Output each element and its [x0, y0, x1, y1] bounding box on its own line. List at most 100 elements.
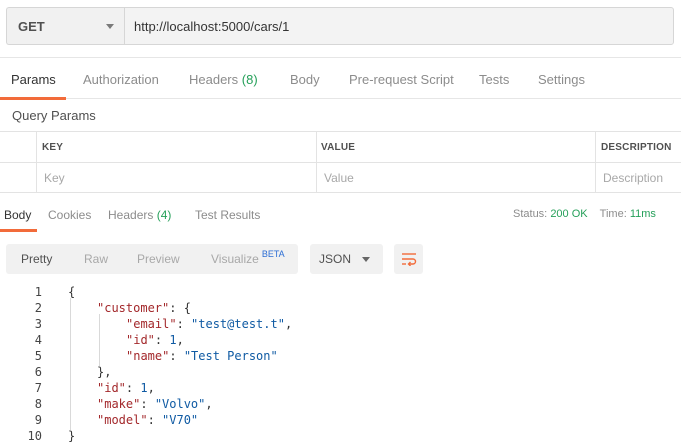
code-line: 6}, [0, 364, 681, 380]
json-punctuation: : [147, 413, 163, 427]
code-text: }, [97, 364, 111, 380]
json-key: "customer" [97, 301, 170, 315]
table-header-row: KEY VALUE DESCRIPTION [0, 132, 681, 163]
json-punctuation: : [140, 397, 155, 411]
view-visualize-button[interactable]: Visualize BETA [211, 244, 285, 274]
line-number: 6 [34, 365, 42, 379]
column-header-key: KEY [42, 141, 64, 153]
response-tab-test-results[interactable]: Test Results [195, 208, 260, 222]
description-input[interactable]: Description [598, 163, 681, 193]
time-label: Time: [599, 208, 627, 220]
active-tab-indicator [0, 97, 66, 100]
method-select[interactable]: GET [6, 7, 124, 45]
tab-headers[interactable]: Headers (8) [189, 72, 258, 87]
code-text: "name": "Test Person" [126, 348, 278, 364]
column-header-value: VALUE [321, 141, 356, 153]
line-number: 5 [34, 349, 42, 363]
wrap-lines-button[interactable] [394, 244, 423, 274]
active-response-tab-indicator [0, 229, 37, 232]
json-punctuation: } [68, 429, 76, 443]
json-punctuation: : { [169, 301, 191, 315]
json-key: "email" [126, 317, 177, 331]
line-number: 2 [34, 301, 42, 315]
status-badge[interactable]: 200 OK [550, 208, 587, 220]
chevron-down-icon [106, 24, 114, 29]
code-text: "email": "test@test.t", [126, 316, 292, 332]
column-divider [316, 131, 317, 193]
code-line: 1{ [0, 284, 681, 300]
json-key: "model" [97, 413, 148, 427]
json-punctuation: }, [97, 365, 112, 379]
json-punctuation: , [205, 397, 213, 411]
chevron-down-icon [362, 257, 370, 262]
code-line: 5 "name": "Test Person" [0, 348, 681, 364]
time-value[interactable]: 11ms [630, 208, 656, 220]
url-value: http://localhost:5000/cars/1 [134, 18, 290, 34]
json-key: "name" [126, 349, 170, 363]
tab-authorization[interactable]: Authorization [83, 72, 159, 87]
url-input[interactable]: http://localhost:5000/cars/1 [124, 7, 674, 45]
view-raw-button[interactable]: Raw [84, 244, 108, 274]
response-headers-count: (4) [156, 208, 172, 222]
tab-settings[interactable]: Settings [538, 72, 585, 87]
tab-params[interactable]: Params [11, 72, 56, 87]
json-punctuation: : [154, 333, 170, 347]
request-bar: GET http://localhost:5000/cars/1 [6, 7, 674, 45]
code-text: "make": "Volvo", [97, 396, 213, 412]
response-tab-cookies[interactable]: Cookies [48, 208, 91, 222]
indent-guide [70, 298, 71, 430]
code-text: } [68, 428, 75, 444]
json-punctuation: : [176, 317, 192, 331]
line-number: 10 [27, 429, 42, 443]
json-value: "Volvo" [154, 397, 206, 411]
tab-pre-request-script[interactable]: Pre-request Script [349, 72, 454, 87]
view-preview-button[interactable]: Preview [137, 244, 180, 274]
json-value: "test@test.t" [191, 317, 285, 331]
column-divider [36, 131, 37, 193]
line-number: 8 [34, 397, 42, 411]
tab-body[interactable]: Body [290, 72, 320, 87]
json-punctuation: , [284, 317, 293, 331]
request-tabs: Params Authorization Headers (8) Body Pr… [0, 57, 681, 100]
wrap-lines-icon [401, 253, 416, 266]
key-input[interactable]: Key [39, 163, 315, 193]
response-type-select[interactable]: JSON [310, 244, 383, 274]
response-meta: Status: 200 OK Time: 11ms [513, 208, 656, 220]
code-line: 10} [0, 428, 681, 444]
status-label: Status: [513, 208, 548, 220]
method-label: GET [18, 18, 45, 34]
response-tab-body[interactable]: Body [4, 208, 31, 222]
json-key: "make" [97, 397, 141, 411]
indent-guide [99, 314, 100, 366]
code-line: 9 "model": "V70" [0, 412, 681, 428]
line-number: 9 [34, 413, 42, 427]
view-mode-group: Pretty Raw Preview Visualize BETA [6, 244, 298, 274]
response-tab-headers[interactable]: Headers (4) [108, 208, 171, 222]
json-value: "Test Person" [183, 349, 278, 363]
json-punctuation: , [147, 381, 155, 395]
line-number: 1 [34, 285, 42, 299]
code-line: 8 "make": "Volvo", [0, 396, 681, 412]
code-text: "model": "V70" [97, 412, 198, 428]
code-line: 7 "id": 1, [0, 380, 681, 396]
json-punctuation: : [169, 349, 184, 363]
json-key: "id" [97, 381, 126, 395]
line-number: 3 [34, 317, 42, 331]
json-value: "V70" [162, 413, 199, 427]
view-pretty-button[interactable]: Pretty [21, 244, 52, 274]
beta-badge: BETA [261, 249, 285, 259]
column-header-description: DESCRIPTION [601, 141, 672, 153]
json-punctuation: , [176, 333, 184, 347]
json-value: 1 [140, 381, 148, 395]
response-type-label: JSON [319, 252, 352, 266]
table-row: Key Value Description [0, 163, 681, 194]
line-number: 7 [34, 381, 42, 395]
json-key: "id" [126, 333, 155, 347]
code-text: "id": 1, [97, 380, 155, 396]
tab-tests[interactable]: Tests [479, 72, 509, 87]
code-line: 4 "id": 1, [0, 332, 681, 348]
column-divider [595, 131, 596, 193]
value-input[interactable]: Value [319, 163, 595, 193]
json-punctuation: : [125, 381, 141, 395]
code-line: 2 "customer": { [0, 300, 681, 316]
